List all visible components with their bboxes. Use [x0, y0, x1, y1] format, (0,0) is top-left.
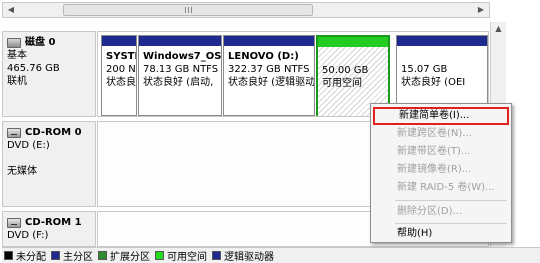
partition-title: Windows7_OS — [143, 51, 221, 62]
partition-size: 200 N — [106, 64, 136, 75]
menu-item-new-simple-volume[interactable]: 新建简单卷(I)... — [373, 107, 509, 125]
menu-item-new-mirrored-volume[interactable]: 新建镜像卷(R)... — [373, 161, 509, 179]
partition-status: 状态良好 (OEI — [401, 77, 466, 88]
legend-label: 可用空间 — [167, 252, 207, 263]
cdrom-1-name: CD-ROM 1 — [25, 217, 82, 228]
disk-0-size: 465.76 GB — [7, 63, 60, 74]
partition-status: 可用空间 — [322, 78, 362, 89]
legend-label: 逻辑驱动器 — [224, 252, 274, 263]
legend-swatch — [155, 251, 164, 260]
context-menu: 新建简单卷(I)... 新建跨区卷(N)... 新建带区卷(T)... 新建镜像… — [370, 103, 512, 243]
partition-status: 状态良好 (逻辑驱动 — [228, 77, 314, 88]
scroll-grip-icon — [185, 7, 192, 13]
cdrom-0-name: CD-ROM 0 — [25, 127, 82, 138]
legend-label: 扩展分区 — [110, 252, 150, 263]
disk-0-label[interactable]: 磁盘 0 基本 465.76 GB 联机 — [2, 31, 96, 117]
partition-title: SYSTI — [106, 51, 136, 62]
disk-0-type: 基本 — [7, 50, 27, 61]
logical-drive-bar — [224, 36, 314, 46]
cd-drive-icon — [7, 217, 21, 228]
legend-label: 主分区 — [63, 252, 93, 263]
legend-item: 可用空间 — [155, 248, 207, 263]
primary-partition-bar — [139, 36, 221, 46]
menu-item-new-spanned-volume[interactable]: 新建跨区卷(N)... — [373, 125, 509, 143]
cdrom-1-title: CD-ROM 1 — [7, 216, 91, 229]
partition-windows7-os[interactable]: Windows7_OS 78.13 GB NTFS 状态良好 (启动, — [138, 35, 222, 116]
cdrom-0-type: DVD (E:) — [7, 140, 50, 151]
legend-label: 未分配 — [16, 252, 46, 263]
scroll-up-arrow-icon[interactable]: ▲ — [491, 22, 506, 36]
partition-title-empty — [322, 51, 384, 64]
cdrom-1-type: DVD (F:) — [7, 230, 49, 241]
cdrom-0-status: 无媒体 — [7, 166, 37, 177]
legend-swatch — [4, 251, 13, 260]
menu-separator — [395, 223, 507, 224]
scroll-right-arrow-icon[interactable]: ▶ — [474, 3, 488, 17]
horizontal-scroll-thumb[interactable] — [63, 4, 313, 16]
primary-partition-bar — [397, 36, 487, 46]
disk-0-name: 磁盘 0 — [25, 37, 56, 48]
cdrom-0-title: CD-ROM 0 — [7, 126, 91, 139]
hard-disk-icon — [7, 37, 21, 48]
legend-swatch — [98, 251, 107, 260]
legend: 未分配 主分区 扩展分区 可用空间 逻辑驱动器 — [2, 247, 540, 263]
cd-drive-icon — [7, 127, 21, 138]
partition-status: 状态良好 (启动, — [143, 77, 214, 88]
partition-size: 50.00 GB — [322, 65, 369, 76]
legend-item: 主分区 — [51, 248, 93, 263]
partition-status: 状态良好 — [106, 77, 136, 88]
partition-title: LENOVO (D:) — [228, 51, 299, 62]
menu-item-delete-partition[interactable]: 删除分区(D)... — [373, 203, 509, 221]
menu-separator — [395, 200, 507, 201]
legend-item: 扩展分区 — [98, 248, 150, 263]
cdrom-0-label[interactable]: CD-ROM 0 DVD (E:) 无媒体 — [2, 121, 96, 207]
disk-0-status: 联机 — [7, 76, 27, 87]
legend-swatch — [51, 251, 60, 260]
disk-0-title: 磁盘 0 — [7, 36, 91, 49]
partition-size: 78.13 GB NTFS — [143, 64, 219, 75]
scroll-left-arrow-icon[interactable]: ◀ — [4, 3, 18, 17]
legend-item: 未分配 — [4, 248, 46, 263]
partition-lenovo-d[interactable]: LENOVO (D:) 322.37 GB NTFS 状态良好 (逻辑驱动 — [223, 35, 315, 116]
partition-system[interactable]: SYSTI 200 N 状态良好 — [101, 35, 137, 116]
partition-size: 322.37 GB NTFS — [228, 64, 310, 75]
menu-item-help[interactable]: 帮助(H) — [373, 225, 509, 243]
legend-item: 逻辑驱动器 — [212, 248, 274, 263]
legend-swatch — [212, 251, 221, 260]
cdrom-1-label[interactable]: CD-ROM 1 DVD (F:) — [2, 211, 96, 247]
menu-item-new-raid5-volume[interactable]: 新建 RAID-5 卷(W)... — [373, 179, 509, 197]
primary-partition-bar — [102, 36, 136, 46]
free-space-bar — [318, 37, 388, 47]
partition-size: 15.07 GB — [401, 64, 448, 75]
menu-item-new-striped-volume[interactable]: 新建带区卷(T)... — [373, 143, 509, 161]
partition-title-empty — [401, 50, 483, 63]
horizontal-scrollbar[interactable]: ◀ ▶ — [2, 2, 490, 18]
